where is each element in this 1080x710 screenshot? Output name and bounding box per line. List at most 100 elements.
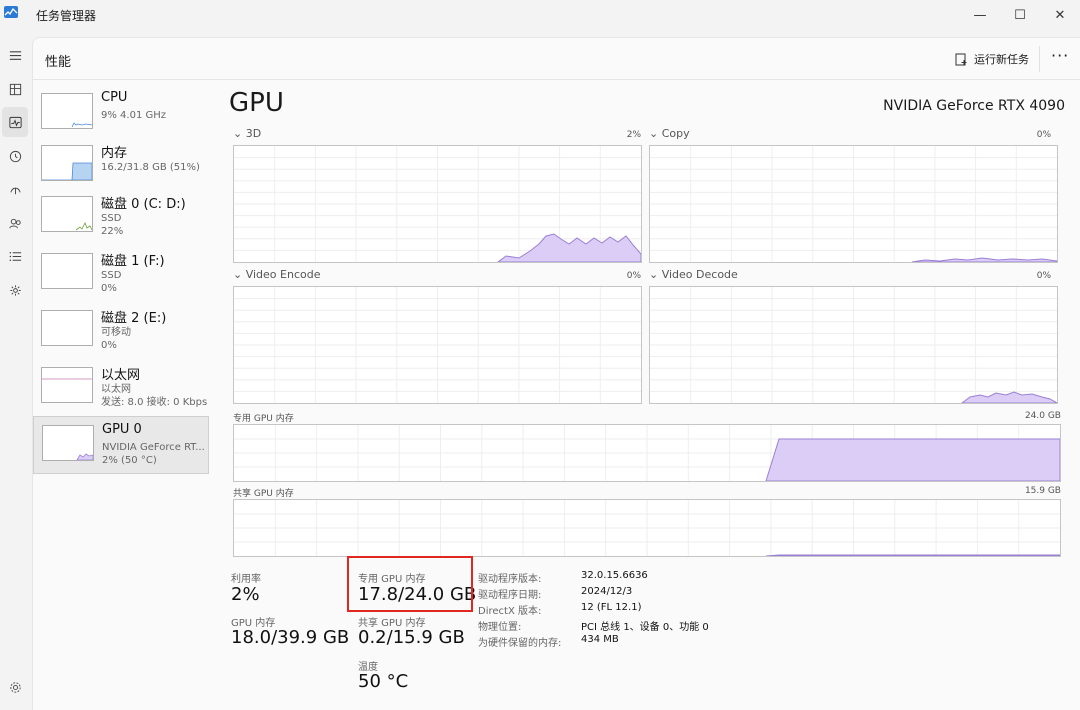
chevron-down-icon: ⌄ — [233, 127, 246, 140]
temperature-value: 50 °C — [358, 671, 409, 692]
dedicated-memory-label: 专用 GPU 内存 — [233, 414, 294, 424]
settings-icon[interactable] — [0, 672, 30, 702]
gpu-memory-value: 18.0/39.9 GB — [231, 627, 350, 648]
engine-value: 2% — [626, 130, 641, 140]
directx-version-label: DirectX 版本: — [478, 606, 542, 617]
chevron-down-icon: ⌄ — [649, 268, 662, 281]
sidebar-item-detail: 16.2/31.8 GB (51%) — [101, 162, 200, 173]
shared-memory-max: 15.9 GB — [1024, 486, 1061, 496]
dedicated-memory-max: 24.0 GB — [1024, 411, 1061, 421]
processes-icon[interactable] — [0, 74, 30, 104]
menu-icon[interactable] — [0, 40, 30, 70]
sidebar-item-label: 以太网 — [101, 368, 141, 383]
shared-gpu-memory-value: 0.2/15.9 GB — [358, 627, 465, 648]
shared-memory-label: 共享 GPU 内存 — [233, 489, 294, 499]
dedicated-memory-graph — [233, 424, 1061, 482]
history-icon[interactable] — [0, 141, 30, 171]
disk-0-thumbnail-graph — [41, 196, 93, 232]
driver-date-label: 驱动程序日期: — [478, 590, 542, 601]
utilization-value: 2% — [231, 584, 260, 605]
ethernet-thumbnail-graph — [41, 367, 93, 403]
users-icon[interactable] — [0, 208, 30, 238]
maximize-button[interactable]: ☐ — [1000, 0, 1040, 30]
sidebar-item-detail: 9% 4.01 GHz — [101, 110, 167, 121]
details-icon[interactable] — [0, 241, 30, 271]
driver-version-value: 32.0.15.6636 — [581, 570, 648, 581]
sidebar-item-detail: 可移动 — [101, 327, 131, 338]
sidebar-item-ethernet[interactable]: 以太网 以太网 发送: 8.0 接收: 0 Kbps — [33, 359, 207, 416]
driver-date-value: 2024/12/3 — [581, 586, 633, 597]
sidebar-item-detail: 发送: 8.0 接收: 0 Kbps — [101, 397, 208, 408]
sidebar-item-label: 磁盘 2 (E:) — [101, 311, 167, 326]
gpu-model: NVIDIA GeForce RTX 4090 — [883, 98, 1065, 114]
sidebar-item-detail: 0% — [101, 340, 117, 351]
sidebar-item-detail: 以太网 — [101, 384, 131, 395]
startup-icon[interactable] — [0, 174, 30, 204]
resource-list: CPU 9% 4.01 GHz 内存 16.2/31.8 GB (51%) 磁盘… — [33, 80, 209, 580]
memory-thumbnail-graph — [41, 145, 93, 181]
gpu-0-thumbnail-graph — [42, 425, 94, 461]
sidebar-item-disk-0[interactable]: 磁盘 0 (C: D:) SSD 22% — [33, 188, 207, 245]
services-icon[interactable] — [0, 275, 30, 305]
sidebar-item-detail: SSD — [101, 213, 122, 224]
engine-video-decode-selector[interactable]: ⌄ Video Decode — [649, 268, 738, 281]
page-title: 性能 — [45, 55, 72, 70]
utilization-label: 利用率 — [231, 574, 261, 585]
gpu-title: GPU — [229, 88, 284, 118]
engine-video-decode-graph — [649, 286, 1058, 404]
engine-video-encode-selector[interactable]: ⌄ Video Encode — [233, 268, 320, 281]
engine-3d-graph — [233, 145, 642, 263]
sidebar-item-label: CPU — [101, 90, 128, 105]
physical-location-label: 物理位置: — [478, 622, 522, 633]
minimize-button[interactable]: — — [960, 0, 1000, 30]
sidebar-item-label: 内存 — [101, 146, 128, 161]
physical-location-value: PCI 总线 1、设备 0、功能 0 — [581, 622, 709, 633]
run-new-task-button[interactable]: 运行新任务 — [955, 49, 1029, 69]
performance-icon[interactable] — [2, 107, 28, 137]
engine-label: 3D — [245, 127, 262, 140]
engine-3d-selector[interactable]: ⌄ 3D — [233, 127, 261, 140]
navigation-rail — [0, 30, 32, 709]
run-new-task-label: 运行新任务 — [974, 53, 1029, 66]
engine-label: Video Encode — [245, 268, 321, 281]
engine-label: Copy — [661, 127, 690, 140]
engine-value: 0% — [1036, 130, 1051, 140]
hardware-reserved-memory-label: 为硬件保留的内存: — [478, 638, 562, 649]
disk-2-thumbnail-graph — [41, 310, 93, 346]
new-task-icon — [955, 53, 967, 65]
title-bar: 任务管理器 — ☐ ✕ — [0, 0, 1080, 30]
shared-memory-graph — [233, 499, 1061, 557]
cpu-thumbnail-graph — [41, 93, 93, 129]
sidebar-item-disk-2[interactable]: 磁盘 2 (E:) 可移动 0% — [33, 302, 207, 359]
sidebar-item-memory[interactable]: 内存 16.2/31.8 GB (51%) — [33, 137, 207, 194]
sidebar-item-detail: 0% — [101, 283, 117, 294]
toolbar-separator — [1039, 46, 1040, 72]
gpu-detail-view: GPU NVIDIA GeForce RTX 4090 ⌄ 3D 2% ⌄ Co… — [219, 80, 1079, 710]
driver-version-label: 驱动程序版本: — [478, 574, 542, 585]
engine-value: 0% — [626, 271, 641, 281]
sidebar-item-label: GPU 0 — [102, 422, 142, 437]
sidebar-item-label: 磁盘 1 (F:) — [101, 254, 165, 269]
sidebar-item-detail: 2% (50 °C) — [102, 455, 157, 466]
more-options-button[interactable]: ··· — [1051, 46, 1069, 65]
engine-copy-graph — [649, 145, 1058, 263]
sidebar-item-detail: 22% — [101, 226, 124, 237]
chevron-down-icon: ⌄ — [649, 127, 662, 140]
sidebar-item-gpu-0[interactable]: GPU 0 NVIDIA GeForce RT... 2% (50 °C) — [33, 416, 209, 474]
sidebar-item-disk-1[interactable]: 磁盘 1 (F:) SSD 0% — [33, 245, 207, 302]
engine-value: 0% — [1036, 271, 1051, 281]
engine-copy-selector[interactable]: ⌄ Copy — [649, 127, 690, 140]
engine-label: Video Decode — [661, 268, 738, 281]
hardware-reserved-memory-value: 434 MB — [581, 634, 619, 645]
sidebar-item-cpu[interactable]: CPU 9% 4.01 GHz — [33, 85, 207, 142]
sidebar-item-label: 磁盘 0 (C: D:) — [101, 197, 186, 212]
chevron-down-icon: ⌄ — [233, 268, 246, 281]
sidebar-item-detail: NVIDIA GeForce RT... — [102, 442, 205, 453]
red-highlight-box — [347, 556, 473, 612]
directx-version-value: 12 (FL 12.1) — [581, 602, 642, 613]
main-panel: 性能 运行新任务 ··· CPU 9% 4.01 GHz 内存 16.2/31.… — [32, 37, 1080, 710]
engine-video-encode-graph — [233, 286, 642, 404]
app-title: 任务管理器 — [36, 9, 97, 23]
close-button[interactable]: ✕ — [1040, 0, 1080, 30]
sidebar-item-detail: SSD — [101, 270, 122, 281]
